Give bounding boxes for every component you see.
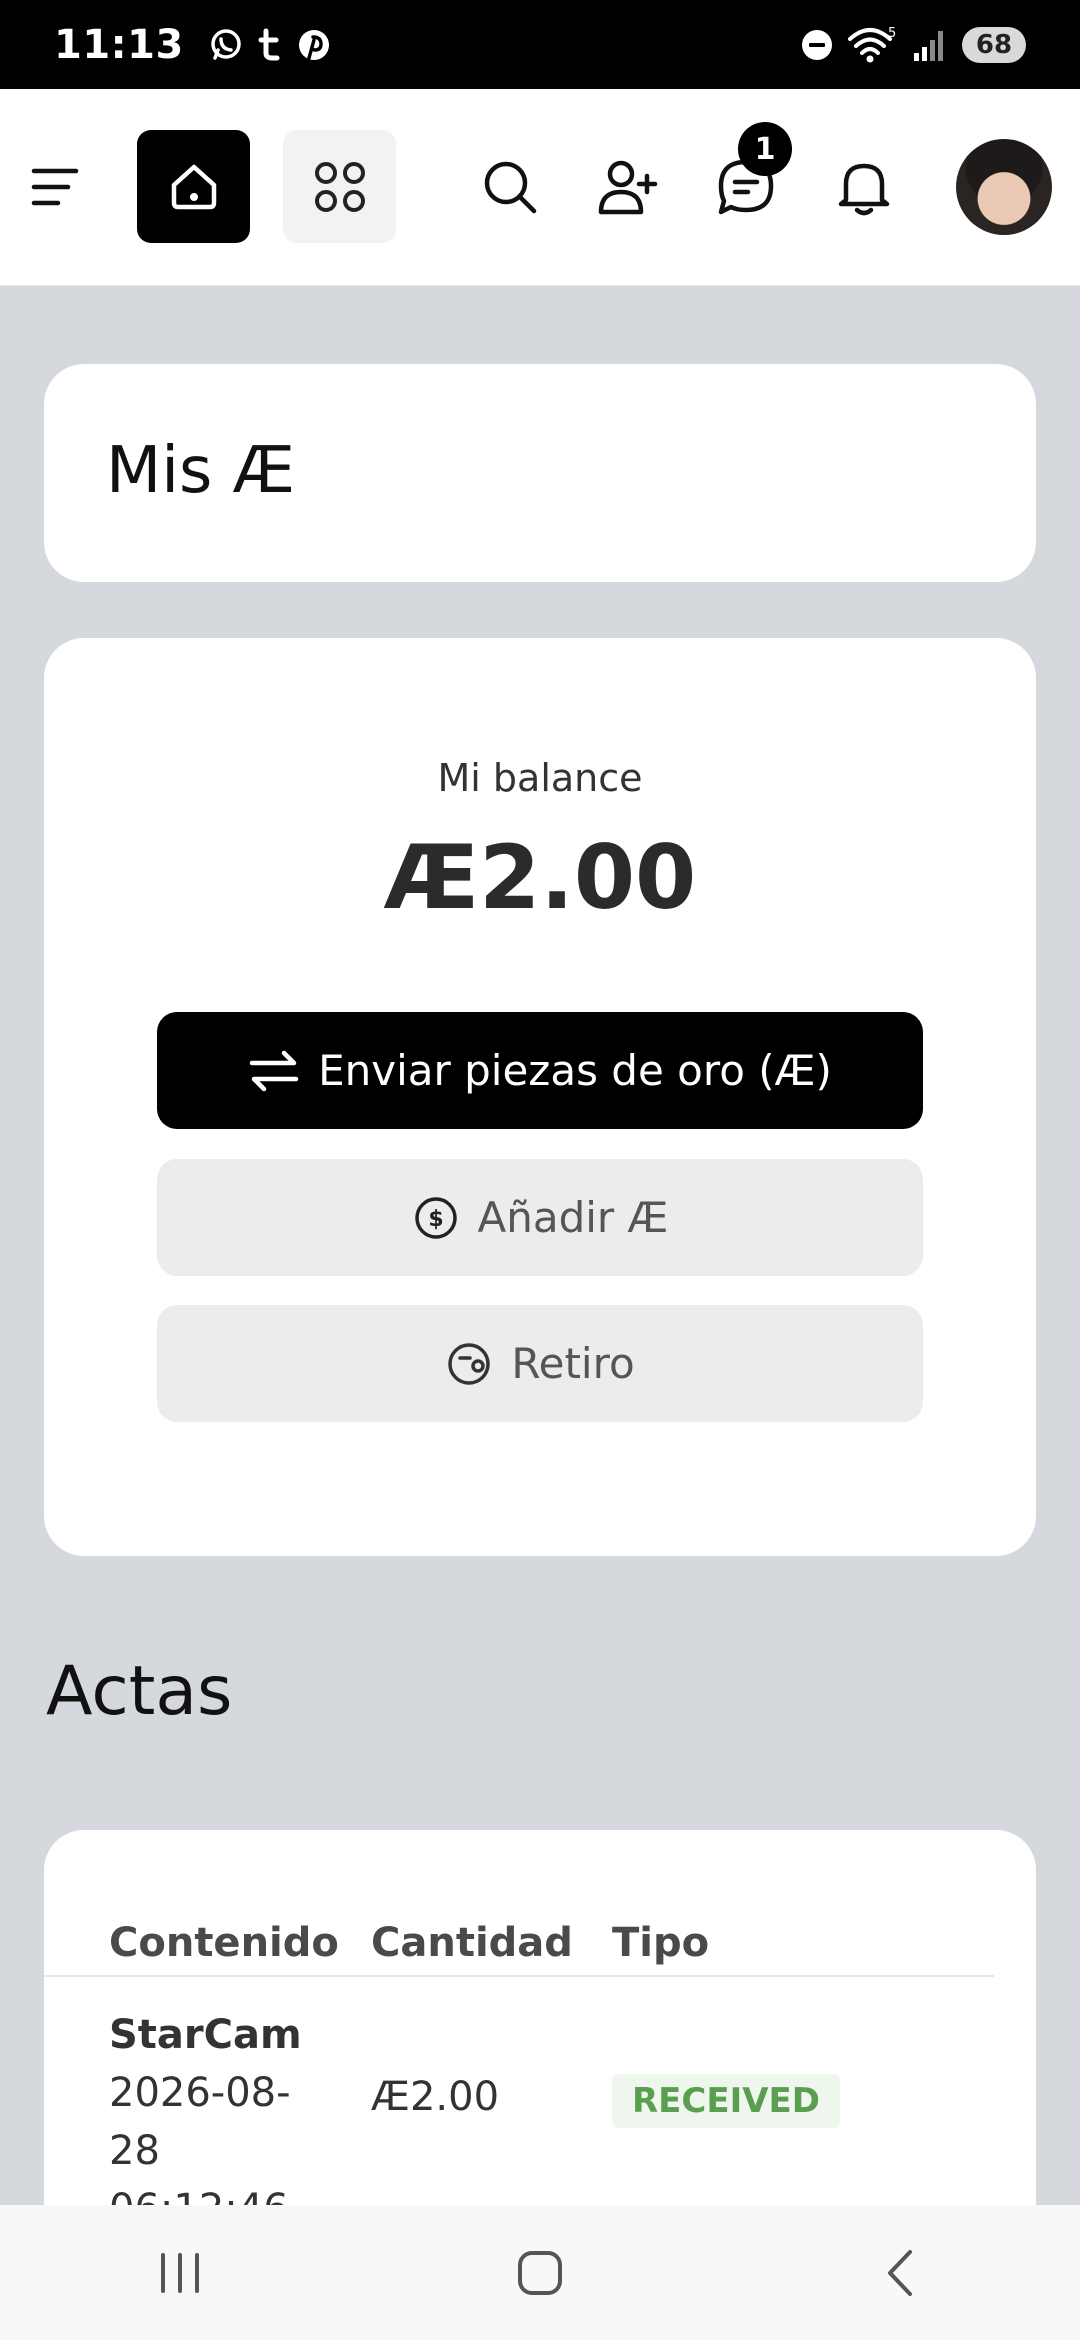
system-home-button[interactable] [480,2223,600,2323]
send-gold-label: Enviar piezas de oro (Æ) [318,1046,832,1095]
svg-text:5: 5 [888,26,896,41]
balance-label: Mi balance [437,756,643,800]
bell-icon [838,163,890,216]
system-navigation-bar [0,2205,1080,2340]
messages-count-badge: 1 [738,122,792,176]
dollar-coin-icon: $ [414,1196,457,1239]
add-friend-button[interactable] [588,147,668,227]
whatsapp-icon [211,28,241,60]
column-header-content: Contenido [109,1920,339,1966]
balance-card: Mi balance Æ2.00 Enviar piezas de oro (Æ… [44,638,1036,1556]
home-square-icon [518,2250,562,2295]
add-funds-label: Añadir Æ [477,1193,669,1242]
signal-icon [914,30,943,61]
column-header-amount: Cantidad [371,1920,573,1966]
wallet-icon [448,1342,491,1385]
page-title: Mis Æ [106,434,296,508]
withdraw-button[interactable]: Retiro [157,1305,923,1422]
battery-indicator: 68 [962,26,1026,63]
search-icon [484,161,537,214]
home-icon [171,164,216,209]
search-button[interactable] [470,147,550,227]
transaction-name: StarCam [109,2012,302,2058]
top-nav: 1 [0,89,1080,286]
transfer-arrows-icon [249,1050,299,1091]
status-time: 11:13 [54,21,184,68]
status-left: 11:13 [54,22,332,68]
user-avatar[interactable] [956,139,1052,235]
status-app-icons [208,27,332,63]
column-header-type: Tipo [612,1920,710,1966]
withdraw-label: Retiro [511,1339,635,1388]
apps-button[interactable] [283,130,396,243]
hamburger-menu-icon [31,168,79,206]
notifications-button[interactable] [824,147,904,227]
recent-apps-icon [161,2252,199,2293]
title-card: Mis Æ [44,364,1036,582]
tumblr-icon [258,28,280,60]
send-gold-button[interactable]: Enviar piezas de oro (Æ) [157,1012,923,1129]
add-user-icon [598,160,658,215]
table-header-divider [44,1975,994,1977]
back-chevron-icon [888,2249,912,2296]
balance-amount: Æ2.00 [383,826,697,929]
add-funds-button[interactable]: $ Añadir Æ [157,1159,923,1276]
pinterest-icon [298,29,329,60]
recent-apps-button[interactable] [120,2223,240,2323]
transaction-type-badge: RECEIVED [612,2074,840,2128]
home-button[interactable] [137,130,250,243]
svg-text:$: $ [428,1207,443,1232]
status-right: 5 68 [800,25,1026,65]
menu-button[interactable] [24,147,88,227]
grid-apps-icon [314,161,365,212]
transactions-title: Actas [46,1652,233,1731]
screen: 11:13 5 68 1 Mis Æ Mi balance Æ2.00 Envi… [0,0,1080,2340]
dnd-icon [802,29,832,60]
wifi-icon: 5 [848,26,896,62]
transaction-amount: Æ2.00 [371,2074,500,2120]
status-bar: 11:13 5 68 [0,0,1080,89]
back-button[interactable] [840,2223,960,2323]
